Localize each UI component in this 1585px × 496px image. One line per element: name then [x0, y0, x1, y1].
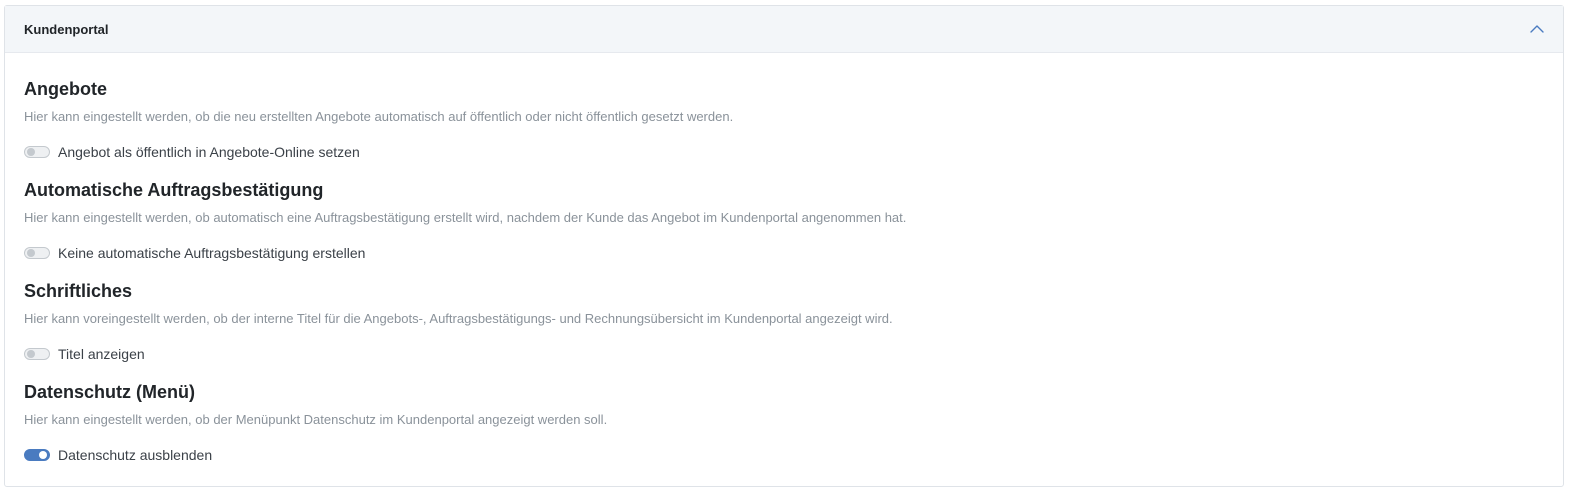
toggle-titel-anzeigen[interactable]	[24, 348, 50, 360]
section-datenschutz: Datenschutz (Menü) Hier kann eingestellt…	[24, 381, 1544, 482]
toggle-row-angebot-oeffentlich: Angebot als öffentlich in Angebote-Onlin…	[24, 144, 1544, 160]
toggle-row-datenschutz-ausblenden: Datenschutz ausblenden	[24, 447, 1544, 463]
section-description: Hier kann eingestellt werden, ob der Men…	[24, 412, 608, 427]
toggle-knob	[27, 148, 35, 156]
card-header[interactable]: Kundenportal	[5, 6, 1563, 53]
toggle-angebot-oeffentlich[interactable]	[24, 146, 50, 158]
toggle-label[interactable]: Titel anzeigen	[58, 346, 145, 362]
toggle-knob	[27, 350, 35, 358]
section-description: Hier kann eingestellt werden, ob automat…	[24, 210, 907, 225]
section-schriftliches: Schriftliches Hier kann voreingestellt w…	[24, 280, 1544, 381]
toggle-label[interactable]: Angebot als öffentlich in Angebote-Onlin…	[58, 144, 360, 160]
toggle-keine-auftragsbestaetigung[interactable]	[24, 247, 50, 259]
toggle-knob	[27, 249, 35, 257]
toggle-label[interactable]: Datenschutz ausblenden	[58, 447, 212, 463]
toggle-knob	[39, 451, 47, 459]
card-title: Kundenportal	[24, 21, 109, 37]
section-description: Hier kann voreingestellt werden, ob der …	[24, 311, 893, 326]
section-description: Hier kann eingestellt werden, ob die neu…	[24, 109, 734, 124]
toggle-row-titel-anzeigen: Titel anzeigen	[24, 346, 1544, 362]
toggle-datenschutz-ausblenden[interactable]	[24, 449, 50, 461]
card-body: Angebote Hier kann eingestellt werden, o…	[5, 53, 1563, 482]
section-title: Schriftliches	[24, 281, 133, 301]
section-title: Datenschutz (Menü)	[24, 382, 195, 402]
section-title: Automatische Auftragsbestätigung	[24, 180, 324, 200]
section-title: Angebote	[24, 79, 107, 99]
toggle-label[interactable]: Keine automatische Auftragsbestätigung e…	[58, 245, 365, 261]
chevron-up-icon[interactable]	[1529, 21, 1545, 37]
section-auftragsbestaetigung: Automatische Auftragsbestätigung Hier ka…	[24, 179, 1544, 280]
section-angebote: Angebote Hier kann eingestellt werden, o…	[24, 78, 1544, 179]
toggle-row-keine-auftragsbestaetigung: Keine automatische Auftragsbestätigung e…	[24, 245, 1544, 261]
settings-card-kundenportal: Kundenportal Angebote Hier kann eingeste…	[4, 5, 1564, 487]
